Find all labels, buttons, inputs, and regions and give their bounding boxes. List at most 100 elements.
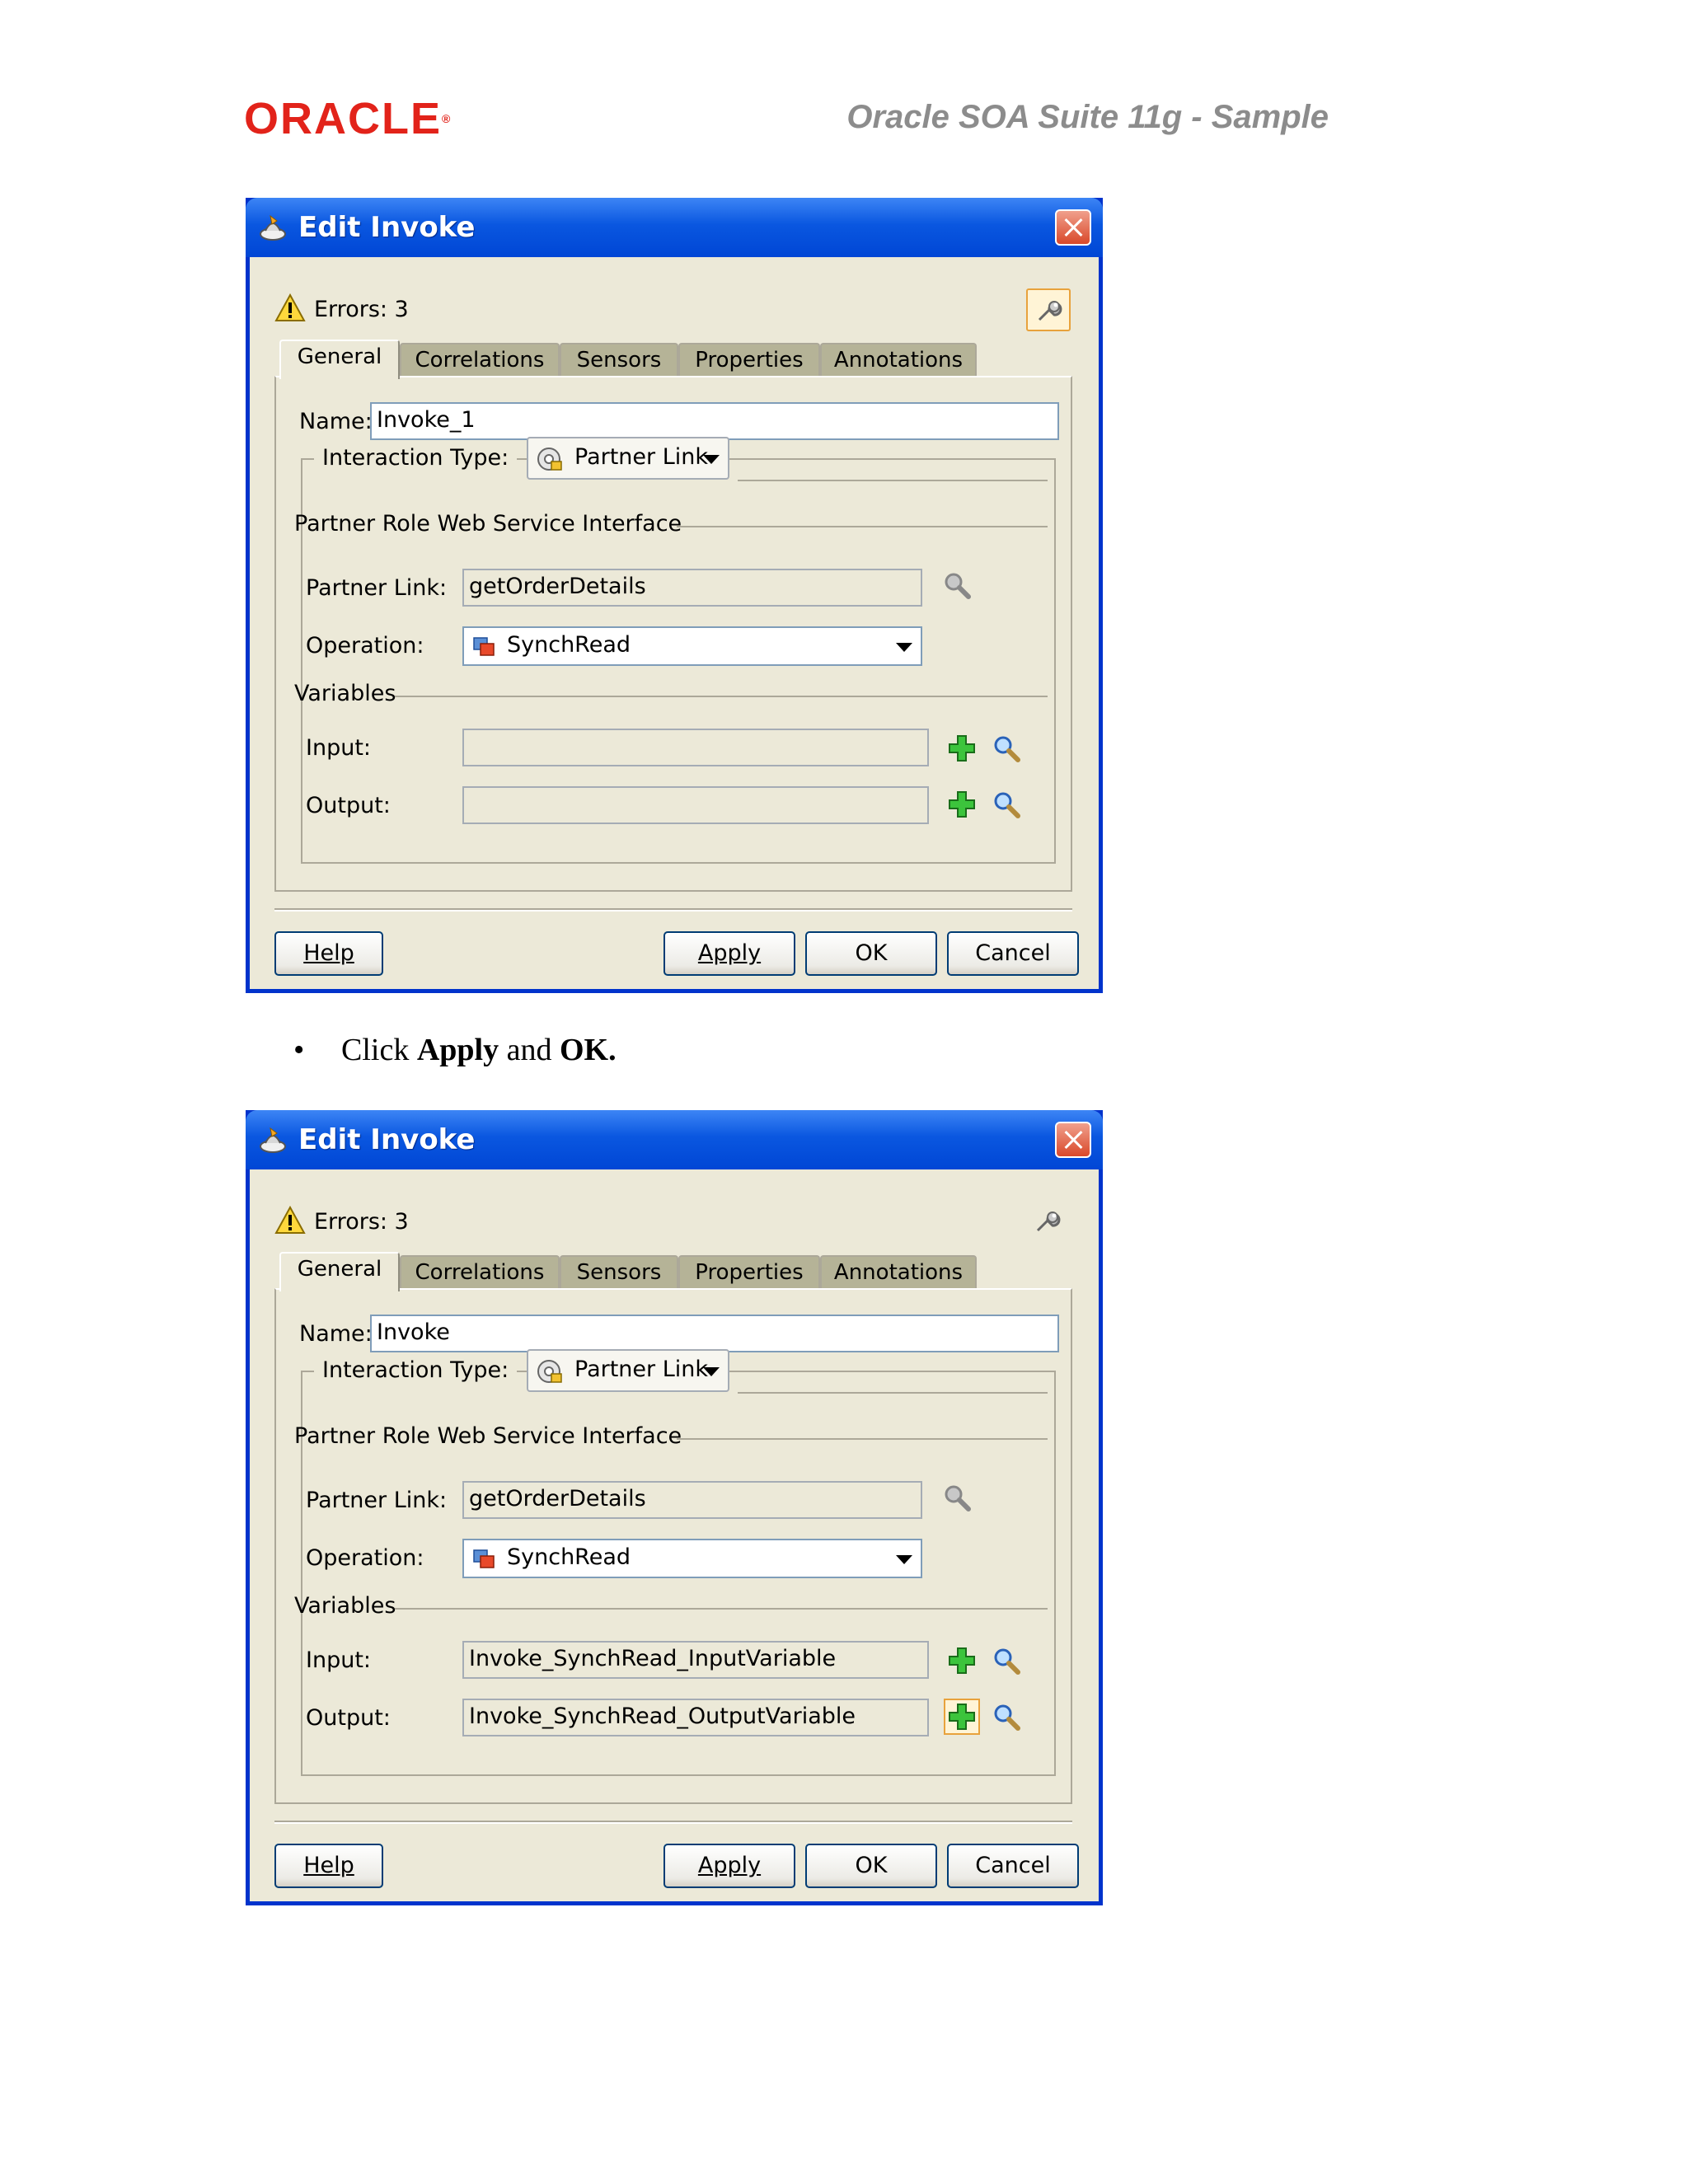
chevron-down-icon bbox=[896, 643, 912, 652]
output-variable-field: Invoke_SynchRead_OutputVariable bbox=[462, 1699, 929, 1736]
partner-link-field: getOrderDetails bbox=[462, 569, 922, 607]
validate-tool-button[interactable] bbox=[1026, 288, 1071, 331]
search-icon bbox=[945, 1485, 971, 1511]
interaction-type-combo[interactable]: Partner Link bbox=[527, 437, 729, 480]
group-divider bbox=[738, 480, 1048, 481]
group-divider bbox=[677, 1438, 1048, 1440]
interaction-type-label: Interaction Type: bbox=[314, 1356, 518, 1385]
help-button-label: Help bbox=[303, 940, 354, 966]
browse-input-variable-button[interactable] bbox=[988, 730, 1025, 766]
close-button[interactable] bbox=[1055, 1122, 1091, 1158]
partner-link-icon bbox=[537, 448, 562, 471]
cancel-button[interactable]: Cancel bbox=[947, 1844, 1079, 1888]
edit-invoke-dialog-before: Edit Invoke Errors: 3 General Correlatio… bbox=[246, 198, 1103, 993]
tab-properties[interactable]: Properties bbox=[678, 343, 820, 377]
browse-output-variable-button[interactable] bbox=[988, 1699, 1025, 1735]
partner-role-interface-label: Partner Role Web Service Interface bbox=[294, 1423, 682, 1449]
tab-annotations[interactable]: Annotations bbox=[820, 1255, 977, 1290]
plus-icon bbox=[949, 791, 975, 818]
group-divider bbox=[677, 526, 1048, 527]
output-label: Output: bbox=[306, 1705, 391, 1731]
dialog-titlebar[interactable]: Edit Invoke bbox=[246, 198, 1103, 257]
wrench-icon bbox=[1036, 1212, 1061, 1232]
operation-icon bbox=[473, 637, 495, 656]
output-variable-field bbox=[462, 786, 929, 824]
tab-sensors[interactable]: Sensors bbox=[560, 1255, 678, 1290]
browse-partner-link-button[interactable] bbox=[939, 1479, 975, 1516]
dialog-titlebar[interactable]: Edit Invoke bbox=[246, 1110, 1103, 1169]
variables-label: Variables bbox=[294, 1593, 396, 1619]
apply-button[interactable]: Apply bbox=[663, 1844, 795, 1888]
browse-output-variable-button[interactable] bbox=[988, 786, 1025, 823]
operation-value: SynchRead bbox=[507, 1544, 631, 1570]
validate-tool-button[interactable] bbox=[1026, 1201, 1071, 1244]
name-input[interactable]: Invoke bbox=[370, 1315, 1059, 1352]
browse-partner-link-button[interactable] bbox=[939, 567, 975, 603]
close-button[interactable] bbox=[1055, 209, 1091, 246]
name-input[interactable]: Invoke_1 bbox=[370, 402, 1059, 440]
tab-sensors[interactable]: Sensors bbox=[560, 343, 678, 377]
help-button[interactable]: Help bbox=[274, 1844, 383, 1888]
plus-icon bbox=[949, 735, 975, 762]
button-separator bbox=[274, 908, 1072, 912]
input-variable-field bbox=[462, 729, 929, 766]
tab-correlations[interactable]: Correlations bbox=[400, 343, 560, 377]
operation-select[interactable]: SynchRead bbox=[462, 1539, 922, 1578]
cancel-button[interactable]: Cancel bbox=[947, 931, 1079, 976]
operation-icon bbox=[473, 1549, 495, 1568]
input-label: Input: bbox=[306, 1647, 372, 1673]
tab-properties[interactable]: Properties bbox=[678, 1255, 820, 1290]
create-input-variable-button[interactable] bbox=[944, 730, 980, 766]
browse-input-variable-button[interactable] bbox=[988, 1643, 1025, 1679]
input-label: Input: bbox=[306, 735, 372, 761]
name-label: Name: bbox=[299, 1321, 373, 1347]
search-icon bbox=[994, 1648, 1020, 1675]
bullet-dot: • bbox=[293, 1033, 305, 1067]
operation-label: Operation: bbox=[306, 633, 424, 658]
interaction-type-value: Partner Link bbox=[574, 444, 708, 470]
search-icon bbox=[994, 792, 1020, 818]
plus-icon bbox=[949, 1647, 975, 1674]
dialog-title: Edit Invoke bbox=[298, 1123, 476, 1156]
instruction-text: Click Apply and OK. bbox=[341, 1033, 617, 1067]
create-output-variable-button[interactable] bbox=[944, 1699, 980, 1735]
chevron-down-icon bbox=[703, 455, 720, 464]
search-icon bbox=[994, 736, 1020, 762]
search-icon bbox=[994, 1704, 1020, 1731]
tab-annotations[interactable]: Annotations bbox=[820, 343, 977, 377]
input-variable-field: Invoke_SynchRead_InputVariable bbox=[462, 1641, 929, 1679]
tab-general[interactable]: General bbox=[279, 340, 400, 379]
help-button[interactable]: Help bbox=[274, 931, 383, 976]
general-panel: Name: Invoke_1 Interaction Type: Partner… bbox=[274, 376, 1072, 892]
plus-icon bbox=[949, 1704, 975, 1730]
apply-button[interactable]: Apply bbox=[663, 931, 795, 976]
dialog-body: Errors: 3 General Correlations Sensors P… bbox=[250, 1169, 1099, 1901]
ok-button[interactable]: OK bbox=[805, 1844, 937, 1888]
button-separator bbox=[274, 1821, 1072, 1824]
operation-select[interactable]: SynchRead bbox=[462, 626, 922, 666]
document-header-title: Oracle SOA Suite 11g - Sample bbox=[846, 99, 1329, 135]
oracle-logo: ORACLE® bbox=[244, 94, 452, 143]
tab-general[interactable]: General bbox=[279, 1252, 400, 1291]
output-label: Output: bbox=[306, 793, 391, 818]
variables-label: Variables bbox=[294, 681, 396, 706]
interaction-type-label: Interaction Type: bbox=[314, 443, 518, 473]
apply-button-label: Apply bbox=[697, 1853, 762, 1878]
partner-link-label: Partner Link: bbox=[306, 575, 448, 601]
invoke-activity-icon bbox=[260, 214, 286, 241]
search-icon bbox=[945, 573, 971, 599]
operation-label: Operation: bbox=[306, 1545, 424, 1571]
dialog-body: Errors: 3 General Correlations Sensors P… bbox=[250, 257, 1099, 989]
group-divider bbox=[395, 1608, 1048, 1610]
tab-correlations[interactable]: Correlations bbox=[400, 1255, 560, 1290]
create-input-variable-button[interactable] bbox=[944, 1643, 980, 1679]
interaction-type-value: Partner Link bbox=[574, 1357, 708, 1382]
interaction-type-combo[interactable]: Partner Link bbox=[527, 1349, 729, 1392]
ok-button[interactable]: OK bbox=[805, 931, 937, 976]
create-output-variable-button[interactable] bbox=[944, 786, 980, 823]
errors-label: Errors: 3 bbox=[314, 297, 409, 322]
operation-value: SynchRead bbox=[507, 632, 631, 658]
chevron-down-icon bbox=[703, 1367, 720, 1376]
group-divider bbox=[395, 696, 1048, 697]
partner-link-label: Partner Link: bbox=[306, 1488, 448, 1513]
